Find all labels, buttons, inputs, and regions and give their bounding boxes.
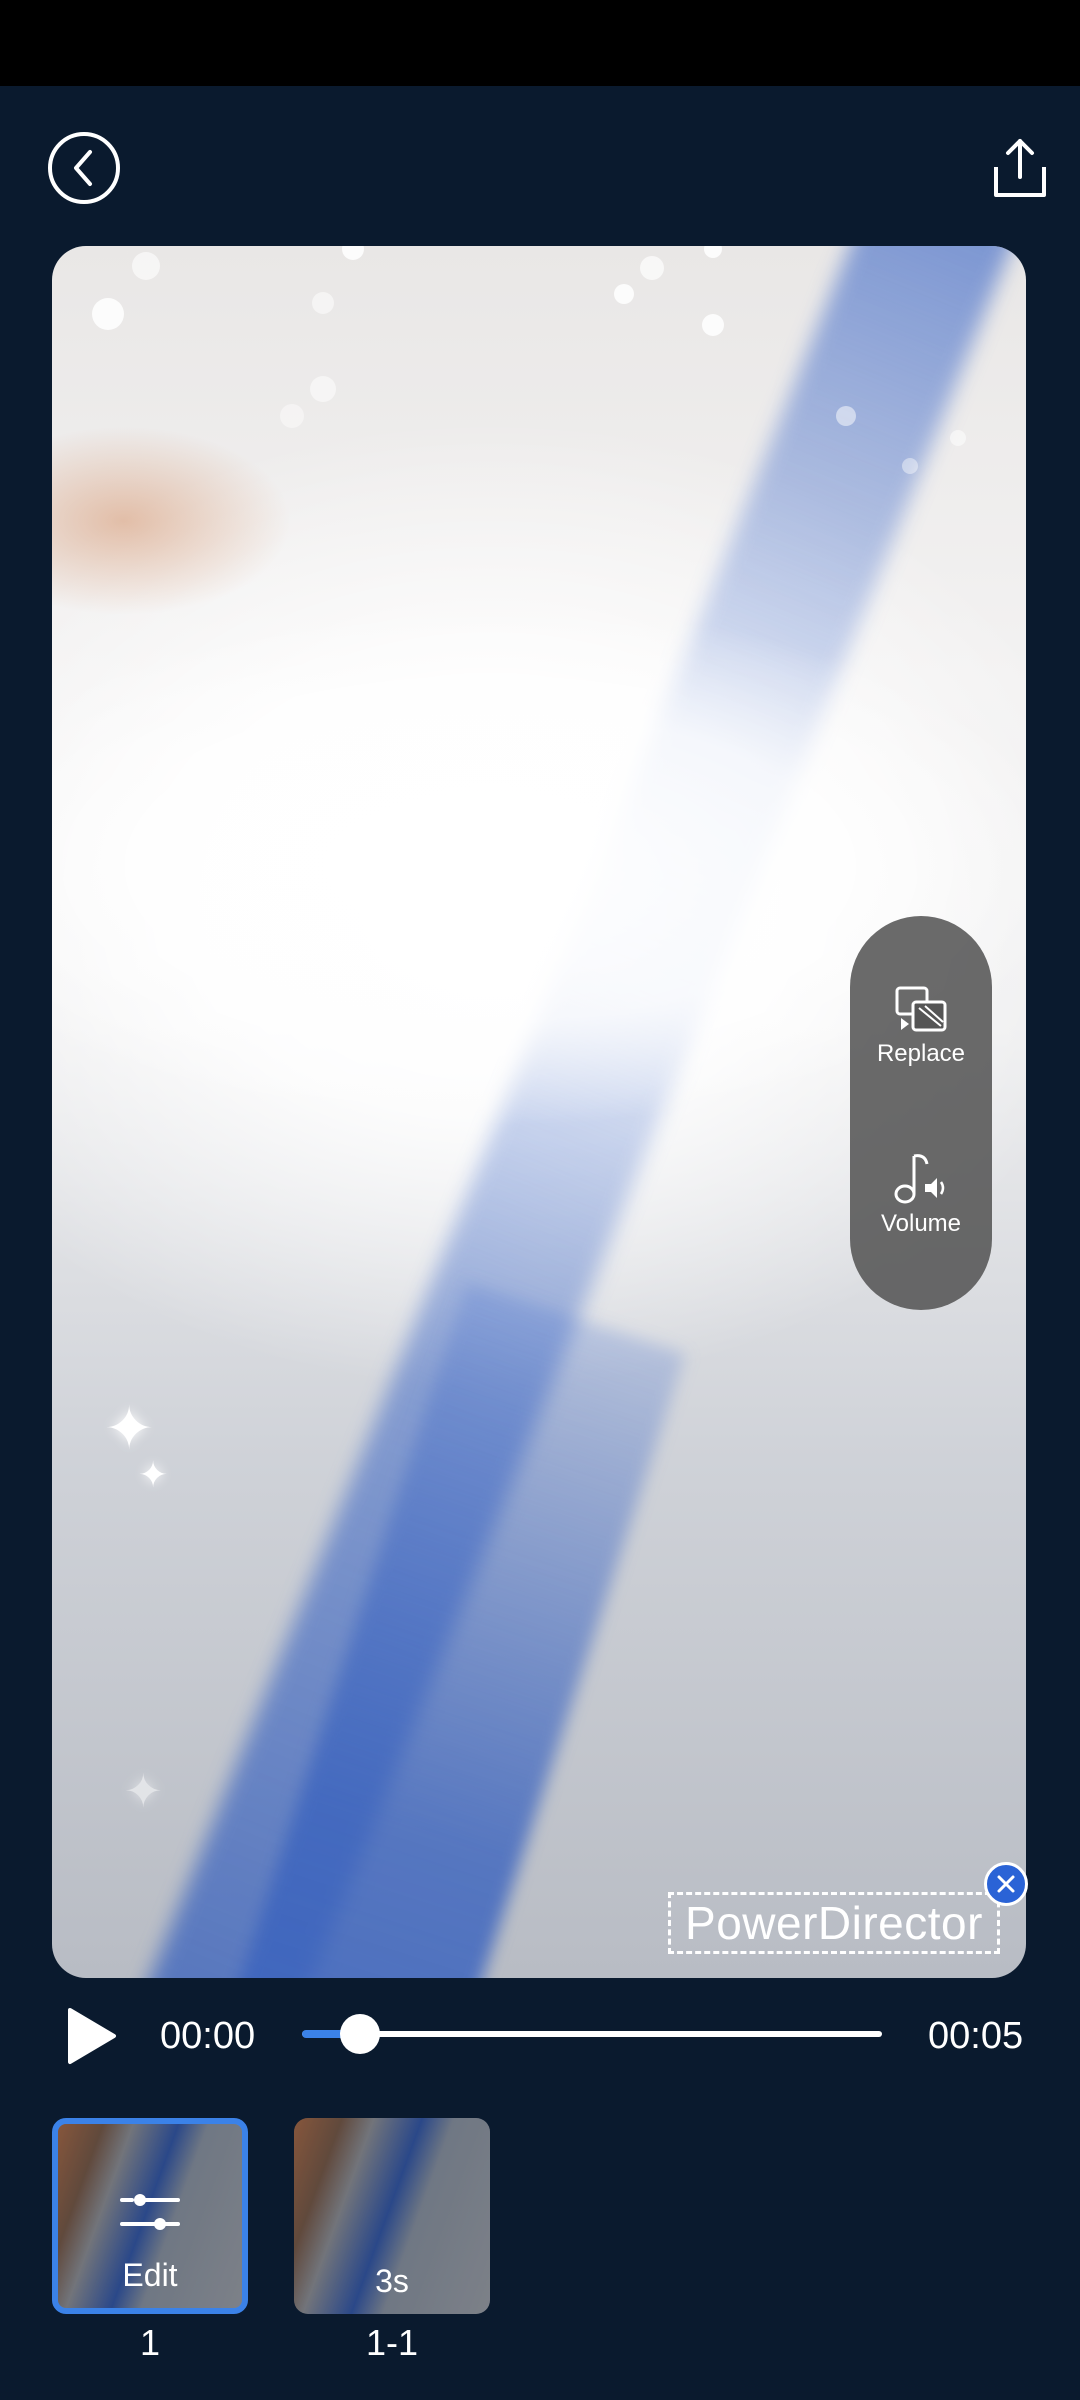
bokeh-dot [310, 376, 336, 402]
replace-button[interactable]: Replace [850, 984, 992, 1068]
sliders-icon [120, 2194, 180, 2230]
status-bar [0, 0, 1080, 86]
back-button[interactable] [48, 132, 120, 204]
bokeh-dot [950, 430, 966, 446]
clip-number: 1 [139, 2322, 161, 2363]
close-icon [997, 1875, 1015, 1893]
clip-duration: 3s [375, 2263, 409, 2299]
bokeh-dot [312, 292, 334, 314]
total-time: 00:05 [928, 2015, 1024, 2057]
volume-label: Volume [880, 1210, 962, 1237]
share-button[interactable] [984, 132, 1056, 204]
background-blur [52, 426, 292, 616]
clip-thumbnail-2[interactable]: 3s [294, 2118, 490, 2314]
sparkle-icon: ✦ [138, 1454, 169, 1495]
bokeh-dot [614, 284, 634, 304]
clip-actions-panel: Replace Volume [850, 916, 992, 1310]
seek-bar[interactable] [302, 2031, 882, 2037]
watermark-text[interactable]: PowerDirector [668, 1892, 1000, 1954]
watermark-close-button[interactable] [984, 1862, 1028, 1906]
current-time: 00:00 [160, 2015, 256, 2057]
music-volume-icon [894, 1154, 945, 1204]
sparkle-icon: ✦ [124, 1765, 163, 1817]
clip-number: 1-1 [365, 2322, 419, 2363]
replace-label: Replace [876, 1040, 966, 1067]
seek-thumb[interactable] [340, 2014, 380, 2054]
bokeh-dot [132, 252, 160, 280]
bokeh-dot [280, 404, 304, 428]
bokeh-dot [342, 246, 364, 260]
bokeh-dot [640, 256, 664, 280]
bokeh-dot [836, 406, 856, 426]
bokeh-dot [704, 246, 722, 258]
clip-thumbnail-1[interactable]: Edit [52, 2118, 248, 2314]
play-button[interactable] [64, 2006, 120, 2066]
replace-media-icon [895, 986, 947, 1032]
play-icon [68, 2008, 116, 2064]
volume-button[interactable]: Volume [850, 1150, 992, 1238]
bokeh-dot [92, 298, 124, 330]
upload-share-icon [994, 139, 1046, 197]
chevron-left-icon [74, 150, 92, 186]
clip-label: Edit [122, 2257, 178, 2293]
bokeh-dot [902, 458, 918, 474]
bokeh-dot [702, 314, 724, 336]
